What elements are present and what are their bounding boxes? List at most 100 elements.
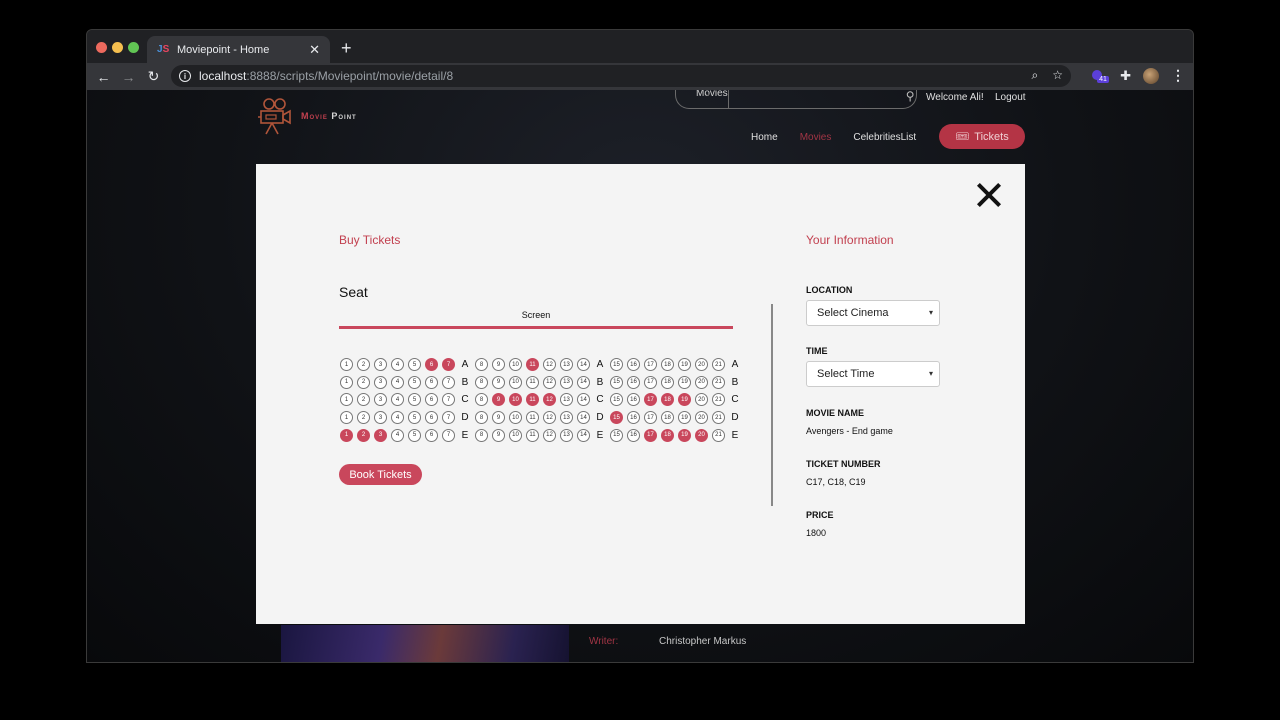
seat-D8[interactable]: 8	[475, 411, 488, 425]
seat-D4[interactable]: 4	[391, 411, 404, 425]
seat-B18[interactable]: 18	[661, 375, 674, 389]
nav-celebrities[interactable]: CelebritiesList	[853, 132, 916, 143]
seat-D5[interactable]: 5	[408, 411, 421, 425]
seat-D16[interactable]: 16	[627, 411, 640, 425]
seat-C17[interactable]: 17	[644, 393, 657, 407]
tickets-button[interactable]: 🎟 Tickets	[939, 124, 1025, 149]
extension-icon[interactable]: 41	[1092, 68, 1109, 84]
seat-C16[interactable]: 16	[627, 393, 640, 407]
seat-B15[interactable]: 15	[610, 375, 623, 389]
search-icon[interactable]: ⚲	[906, 90, 915, 103]
seat-E8[interactable]: 8	[475, 428, 488, 442]
seat-D7[interactable]: 7	[442, 411, 455, 425]
seat-A5[interactable]: 5	[408, 358, 421, 372]
maximize-window-button[interactable]	[128, 42, 139, 53]
seat-C5[interactable]: 5	[408, 393, 421, 407]
seat-C12[interactable]: 12	[543, 393, 556, 407]
seat-E4[interactable]: 4	[391, 428, 404, 442]
seat-B12[interactable]: 12	[543, 375, 556, 389]
site-logo[interactable]: Movie Point	[255, 96, 357, 136]
seat-E11[interactable]: 11	[526, 428, 539, 442]
seat-C9[interactable]: 9	[492, 393, 505, 407]
seat-B7[interactable]: 7	[442, 375, 455, 389]
seat-C1[interactable]: 1	[340, 393, 353, 407]
seat-C3[interactable]: 3	[374, 393, 387, 407]
zoom-icon[interactable]: ⌕	[1032, 68, 1039, 83]
seat-C19[interactable]: 19	[678, 393, 691, 407]
seat-D13[interactable]: 13	[560, 411, 573, 425]
bookmark-star-icon[interactable]: ☆	[1052, 68, 1063, 83]
seat-B13[interactable]: 13	[560, 375, 573, 389]
seat-A21[interactable]: 21	[712, 358, 725, 372]
seat-C21[interactable]: 21	[712, 393, 725, 407]
seat-E18[interactable]: 18	[661, 428, 674, 442]
seat-D12[interactable]: 12	[543, 411, 556, 425]
seat-B4[interactable]: 4	[391, 375, 404, 389]
browser-tab[interactable]: JS Moviepoint - Home ✕	[147, 36, 330, 63]
seat-C18[interactable]: 18	[661, 393, 674, 407]
seat-D1[interactable]: 1	[340, 411, 353, 425]
close-icon[interactable]	[976, 182, 1002, 208]
logout-link[interactable]: Logout	[995, 92, 1026, 103]
seat-D9[interactable]: 9	[492, 411, 505, 425]
seat-E2[interactable]: 2	[357, 428, 370, 442]
seat-B20[interactable]: 20	[695, 375, 708, 389]
seat-A14[interactable]: 14	[577, 358, 590, 372]
seat-E15[interactable]: 15	[610, 428, 623, 442]
seat-D6[interactable]: 6	[425, 411, 438, 425]
seat-D2[interactable]: 2	[357, 411, 370, 425]
seat-E20[interactable]: 20	[695, 428, 708, 442]
seat-E16[interactable]: 16	[627, 428, 640, 442]
minimize-window-button[interactable]	[112, 42, 123, 53]
seat-A15[interactable]: 15	[610, 358, 623, 372]
seat-A3[interactable]: 3	[374, 358, 387, 372]
seat-D14[interactable]: 14	[577, 411, 590, 425]
seat-A17[interactable]: 17	[644, 358, 657, 372]
seat-E6[interactable]: 6	[425, 428, 438, 442]
seat-E7[interactable]: 7	[442, 428, 455, 442]
seat-B3[interactable]: 3	[374, 375, 387, 389]
back-arrow-icon[interactable]: ←	[91, 69, 116, 85]
forward-arrow-icon[interactable]: →	[116, 69, 141, 85]
seat-D17[interactable]: 17	[644, 411, 657, 425]
seat-C8[interactable]: 8	[475, 393, 488, 407]
seat-C10[interactable]: 10	[509, 393, 522, 407]
seat-D20[interactable]: 20	[695, 411, 708, 425]
close-window-button[interactable]	[96, 42, 107, 53]
profile-avatar[interactable]	[1143, 67, 1159, 84]
seat-C2[interactable]: 2	[357, 393, 370, 407]
address-bar[interactable]: i localhost:8888/scripts/Moviepoint/movi…	[171, 65, 1071, 87]
seat-B14[interactable]: 14	[577, 375, 590, 389]
seat-B8[interactable]: 8	[475, 375, 488, 389]
seat-E21[interactable]: 21	[712, 428, 725, 442]
info-icon[interactable]: i	[179, 70, 191, 82]
nav-movies[interactable]: Movies	[800, 132, 832, 143]
seat-D3[interactable]: 3	[374, 411, 387, 425]
seat-E17[interactable]: 17	[644, 428, 657, 442]
seat-C7[interactable]: 7	[442, 393, 455, 407]
seat-A7[interactable]: 7	[442, 358, 455, 372]
seat-C6[interactable]: 6	[425, 393, 438, 407]
seat-E1[interactable]: 1	[340, 428, 353, 442]
seat-A19[interactable]: 19	[678, 358, 691, 372]
seat-D19[interactable]: 19	[678, 411, 691, 425]
location-select[interactable]: Select Cinema ▾	[806, 300, 940, 326]
seat-D11[interactable]: 11	[526, 411, 539, 425]
seat-E12[interactable]: 12	[543, 428, 556, 442]
extensions-puzzle-icon[interactable]: ✚	[1120, 68, 1131, 84]
seat-E13[interactable]: 13	[560, 428, 573, 442]
seat-D10[interactable]: 10	[509, 411, 522, 425]
seat-E5[interactable]: 5	[408, 428, 421, 442]
seat-A8[interactable]: 8	[475, 358, 488, 372]
seat-C15[interactable]: 15	[610, 393, 623, 407]
seat-B2[interactable]: 2	[357, 375, 370, 389]
time-select[interactable]: Select Time ▾	[806, 361, 940, 387]
seat-B19[interactable]: 19	[678, 375, 691, 389]
seat-A16[interactable]: 16	[627, 358, 640, 372]
seat-A18[interactable]: 18	[661, 358, 674, 372]
seat-A6[interactable]: 6	[425, 358, 438, 372]
seat-C20[interactable]: 20	[695, 393, 708, 407]
seat-B21[interactable]: 21	[712, 375, 725, 389]
seat-B16[interactable]: 16	[627, 375, 640, 389]
seat-A4[interactable]: 4	[391, 358, 404, 372]
